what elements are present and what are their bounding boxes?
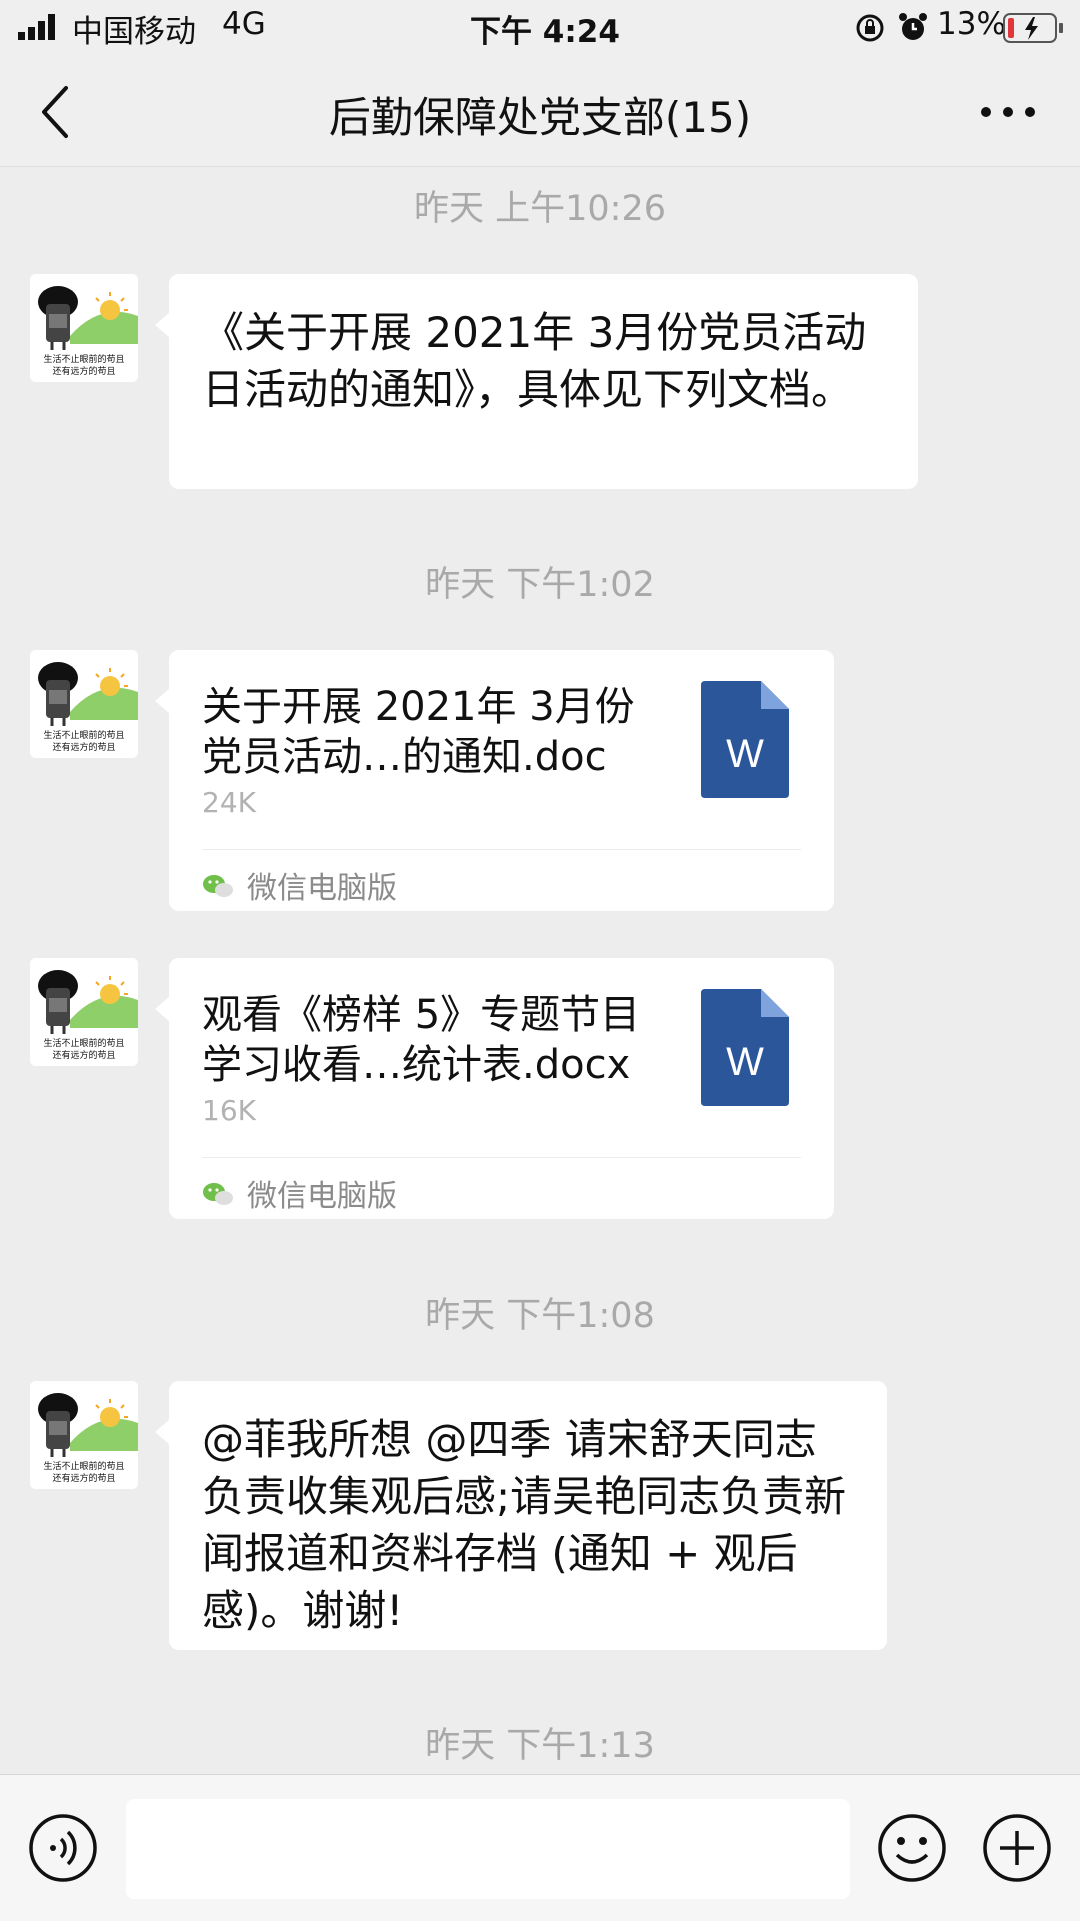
more-dots-icon[interactable] (978, 102, 1038, 122)
avatar[interactable]: 生活不止眼前的苟且 还有远方的苟且 (30, 1381, 138, 1489)
file-name: 观看《榜样 5》专题节目学习收看…统计表.docx (202, 992, 641, 1088)
voice-icon[interactable] (28, 1813, 98, 1883)
network-type: 4G (222, 6, 266, 42)
avatar[interactable]: 生活不止眼前的苟且 还有远方的苟且 (30, 274, 138, 382)
file-size: 16K (202, 1094, 256, 1127)
avatar-caption: 生活不止眼前的苟且 (43, 353, 124, 365)
message-input[interactable] (126, 1799, 850, 1899)
rotation-lock-icon (856, 14, 884, 42)
status-time: 下午 4:24 (470, 14, 620, 50)
wechat-icon (203, 1183, 233, 1205)
svg-text:W: W (726, 732, 764, 776)
divider (202, 849, 801, 850)
avatar-caption: 还有远方的苟且 (52, 1049, 115, 1061)
carrier-name: 中国移动 (72, 14, 196, 50)
avatar-caption: 生活不止眼前的苟且 (43, 1460, 124, 1472)
file-name: 关于开展 2021年 3月份党员活动…的通知.doc (202, 684, 635, 780)
emoji-icon[interactable] (877, 1813, 947, 1883)
status-bar: 中国移动 4G 下午 4:24 13% (0, 0, 1080, 54)
avatar-caption: 生活不止眼前的苟且 (43, 729, 124, 741)
file-size: 24K (202, 786, 256, 819)
alarm-icon (899, 13, 927, 40)
message-bubble[interactable]: @菲我所想 @四季 请宋舒天同志负责收集观后感;请吴艳同志负责新闻报道和资料存档… (155, 1381, 887, 1650)
plus-icon[interactable] (982, 1813, 1052, 1883)
time-separator: 昨天 下午1:02 (425, 565, 655, 605)
avatar[interactable]: 生活不止眼前的苟且 还有远方的苟且 (30, 650, 138, 758)
chat-header: 后勤保障处党支部(15) (0, 54, 1080, 167)
avatar-caption: 还有远方的苟且 (52, 365, 115, 377)
file-message[interactable]: 观看《榜样 5》专题节目学习收看…统计表.docx 16K W 微信电脑版 (155, 958, 834, 1219)
svg-text:W: W (726, 1040, 764, 1084)
avatar-caption: 还有远方的苟且 (52, 741, 115, 753)
avatar-caption: 生活不止眼前的苟且 (43, 1037, 124, 1049)
input-bar (0, 1774, 1080, 1921)
wechat-icon (203, 875, 233, 897)
battery-icon (1003, 13, 1063, 43)
word-document-icon: W (701, 989, 789, 1106)
time-separator: 昨天 下午1:08 (425, 1296, 655, 1336)
divider (202, 1157, 801, 1158)
word-document-icon: W (701, 681, 789, 798)
avatar[interactable]: 生活不止眼前的苟且 还有远方的苟且 (30, 958, 138, 1066)
file-message[interactable]: 关于开展 2021年 3月份党员活动…的通知.doc 24K W 微信电脑版 (155, 650, 834, 911)
chat-title: 后勤保障处党支部(15) (328, 93, 752, 142)
message-bubble[interactable]: 《关于开展 2021年 3月份党员活动日活动的通知》，具体见下列文档。 (155, 274, 918, 489)
time-separator: 昨天 下午1:13 (425, 1726, 655, 1766)
time-separator: 昨天 上午10:26 (414, 189, 666, 229)
avatar-caption: 还有远方的苟且 (52, 1472, 115, 1484)
signal-icon (18, 14, 55, 40)
battery-percent: 13% (937, 6, 1006, 42)
